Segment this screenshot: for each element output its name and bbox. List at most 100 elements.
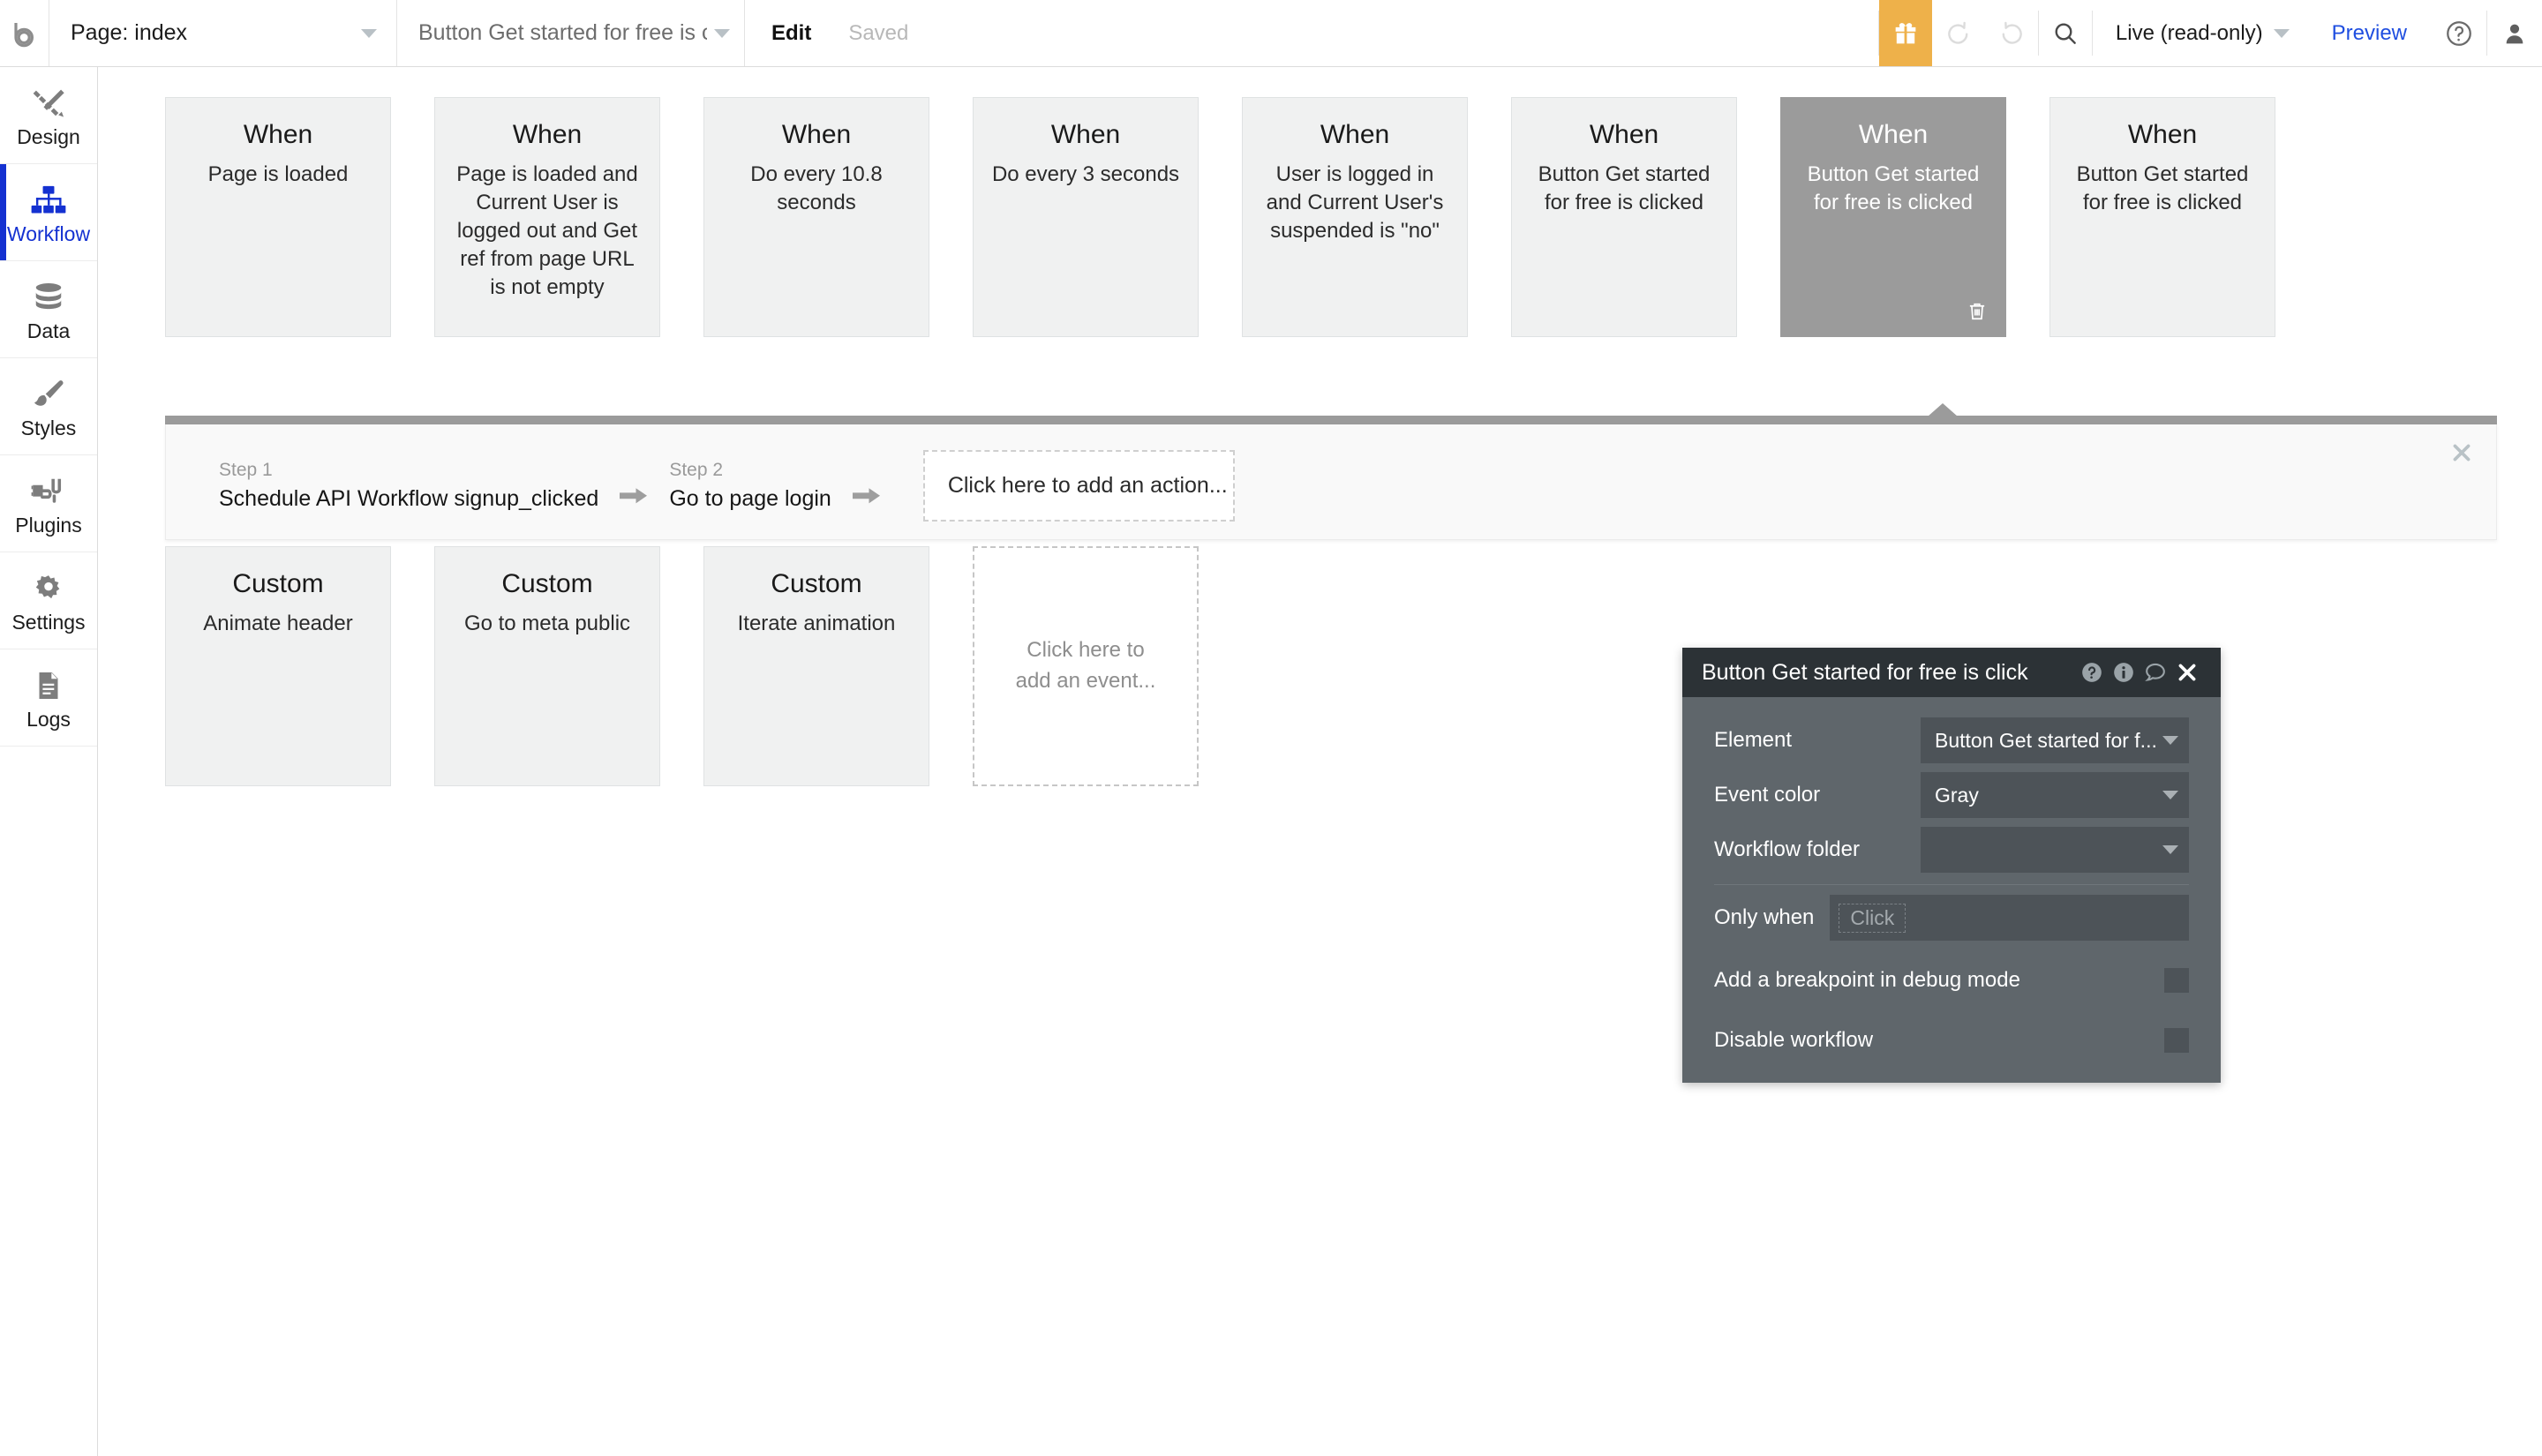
- only-when-label: Only when: [1714, 905, 1815, 929]
- workflow-tree-icon: [30, 179, 67, 216]
- step-number: Step 2: [669, 460, 724, 480]
- breakpoint-checkbox[interactable]: [2164, 968, 2189, 993]
- sidebar-item-logs[interactable]: Logs: [0, 649, 97, 747]
- event-card-description: Page is loaded: [207, 162, 349, 186]
- event-card-selected[interactable]: When Button Get started for free is clic…: [1780, 97, 2006, 337]
- sidebar-item-styles[interactable]: Styles: [0, 358, 97, 455]
- event-card-description: Button Get started for free is clicked: [1538, 162, 1711, 214]
- workflow-folder-dropdown[interactable]: [1921, 827, 2189, 873]
- event-card-row-bottom: Custom Animate header Custom Go to meta …: [165, 546, 1199, 786]
- chevron-down-icon: [2273, 28, 2290, 38]
- bubble-logo-icon[interactable]: [0, 0, 49, 66]
- disable-workflow-checkbox[interactable]: [2164, 1028, 2189, 1053]
- database-icon: [32, 276, 65, 313]
- event-card[interactable]: Custom Animate header: [165, 546, 391, 786]
- workflow-selector-label: Button Get started for free is clic...: [418, 20, 707, 45]
- sidebar-item-label: Workflow: [6, 221, 91, 245]
- saved-status: Saved: [848, 20, 909, 45]
- event-card-description: Do every 10.8 seconds: [750, 162, 883, 214]
- comment-bubble-icon[interactable]: [2140, 657, 2171, 688]
- arrow-right-icon: [852, 464, 881, 508]
- version-mode-selector[interactable]: Live (read-only): [2093, 0, 2307, 66]
- workflow-selector[interactable]: Button Get started for free is clic...: [397, 0, 745, 66]
- add-event-placeholder[interactable]: Click here to add an event...: [973, 546, 1199, 786]
- event-color-dropdown-value: Gray: [1935, 783, 1979, 807]
- event-card[interactable]: When Button Get started for free is clic…: [1511, 97, 1737, 337]
- user-avatar-icon[interactable]: [2487, 0, 2542, 66]
- element-dropdown[interactable]: Button Get started for f...: [1921, 717, 2189, 763]
- steps-panel-caret: [1928, 403, 1958, 417]
- property-row-workflow-folder: Workflow folder: [1714, 822, 2189, 877]
- event-card[interactable]: When Page is loaded and Current User is …: [434, 97, 660, 337]
- close-x-icon[interactable]: [2447, 438, 2477, 468]
- sidebar-item-label: Design: [17, 124, 80, 148]
- sidebar-item-data[interactable]: Data: [0, 261, 97, 358]
- add-action-label: Click here to add an action...: [947, 473, 1228, 498]
- property-row-only-when: Only when Click: [1714, 885, 2189, 950]
- property-label: Workflow folder: [1714, 837, 1860, 861]
- gift-icon[interactable]: [1878, 0, 1932, 66]
- steps-panel-topbar: [165, 416, 2497, 424]
- event-card-type: When: [781, 120, 852, 149]
- event-card[interactable]: Custom Go to meta public: [434, 546, 660, 786]
- event-card[interactable]: When User is logged in and Current User'…: [1242, 97, 1468, 337]
- event-card[interactable]: When Do every 10.8 seconds: [703, 97, 929, 337]
- chevron-down-icon: [361, 28, 377, 38]
- step-number: Step 1: [219, 460, 273, 480]
- event-card-description: Button Get started for free is clicked: [2076, 162, 2249, 214]
- event-card-description: Page is loaded and Current User is logge…: [456, 162, 638, 299]
- chevron-down-icon: [714, 28, 730, 38]
- gear-icon: [32, 567, 65, 604]
- workflow-step[interactable]: Step 1 Schedule API Workflow signup_clic…: [219, 454, 598, 518]
- preview-label: Preview: [2331, 20, 2407, 45]
- chevron-down-icon: [2162, 845, 2178, 854]
- event-card-type: When: [512, 120, 583, 149]
- sidebar-item-label: Data: [26, 319, 71, 342]
- question-circle-icon[interactable]: [2432, 0, 2486, 66]
- sidebar-item-design[interactable]: Design: [0, 67, 97, 164]
- sidebar-item-label: Settings: [11, 610, 86, 634]
- event-card-type: When: [1858, 120, 1929, 149]
- event-color-dropdown[interactable]: Gray: [1921, 772, 2189, 818]
- property-row-disable-workflow: Disable workflow: [1714, 1010, 2189, 1070]
- plug-icon: [30, 470, 67, 507]
- sidebar-item-plugins[interactable]: Plugins: [0, 455, 97, 552]
- search-icon[interactable]: [2039, 0, 2092, 66]
- info-circle-icon[interactable]: [2108, 657, 2140, 688]
- property-label: Element: [1714, 728, 1793, 752]
- trash-icon[interactable]: [1964, 298, 1990, 325]
- element-dropdown-value: Button Get started for f...: [1935, 728, 2157, 752]
- edit-status-group: Edit Saved: [745, 0, 936, 66]
- event-card[interactable]: When Page is loaded: [165, 97, 391, 337]
- page-selector[interactable]: Page: index: [49, 0, 397, 66]
- event-card[interactable]: When Do every 3 seconds: [973, 97, 1199, 337]
- breakpoint-label: Add a breakpoint in debug mode: [1714, 968, 2020, 992]
- preview-button[interactable]: Preview: [2307, 0, 2432, 66]
- event-card-type: Custom: [501, 569, 593, 598]
- event-card-type: When: [1320, 120, 1390, 149]
- add-event-label: Click here to add an event...: [1015, 638, 1156, 693]
- workflow-step[interactable]: Step 2 Go to page login: [669, 454, 831, 518]
- only-when-input[interactable]: Click: [1830, 895, 2189, 941]
- redo-icon[interactable]: [1985, 0, 2038, 66]
- event-card[interactable]: When Button Get started for free is clic…: [2049, 97, 2275, 337]
- step-label: Schedule API Workflow signup_clicked: [219, 486, 599, 511]
- add-action-button[interactable]: Click here to add an action...: [922, 450, 1235, 522]
- event-property-panel: Button Get started for free is click Ele…: [1682, 648, 2221, 1083]
- sidebar-item-workflow[interactable]: Workflow: [0, 164, 97, 261]
- event-card-type: When: [243, 120, 313, 149]
- sidebar-item-settings[interactable]: Settings: [0, 552, 97, 649]
- event-card-type: Custom: [771, 569, 862, 598]
- help-circle-icon[interactable]: [2076, 657, 2108, 688]
- page-selector-label: Page: index: [71, 20, 188, 45]
- edit-button[interactable]: Edit: [771, 21, 811, 46]
- left-sidebar: Design Workflow Data Styles Plugins Sett…: [0, 67, 111, 1456]
- chevron-down-icon: [2162, 791, 2178, 799]
- sidebar-item-label: Plugins: [15, 513, 82, 537]
- steps-panel-body: Step 1 Schedule API Workflow signup_clic…: [165, 424, 2497, 540]
- event-card[interactable]: Custom Iterate animation: [703, 546, 929, 786]
- property-panel-title: Button Get started for free is click: [1702, 659, 2028, 685]
- undo-icon[interactable]: [1932, 0, 1985, 66]
- close-x-icon[interactable]: [2171, 657, 2203, 688]
